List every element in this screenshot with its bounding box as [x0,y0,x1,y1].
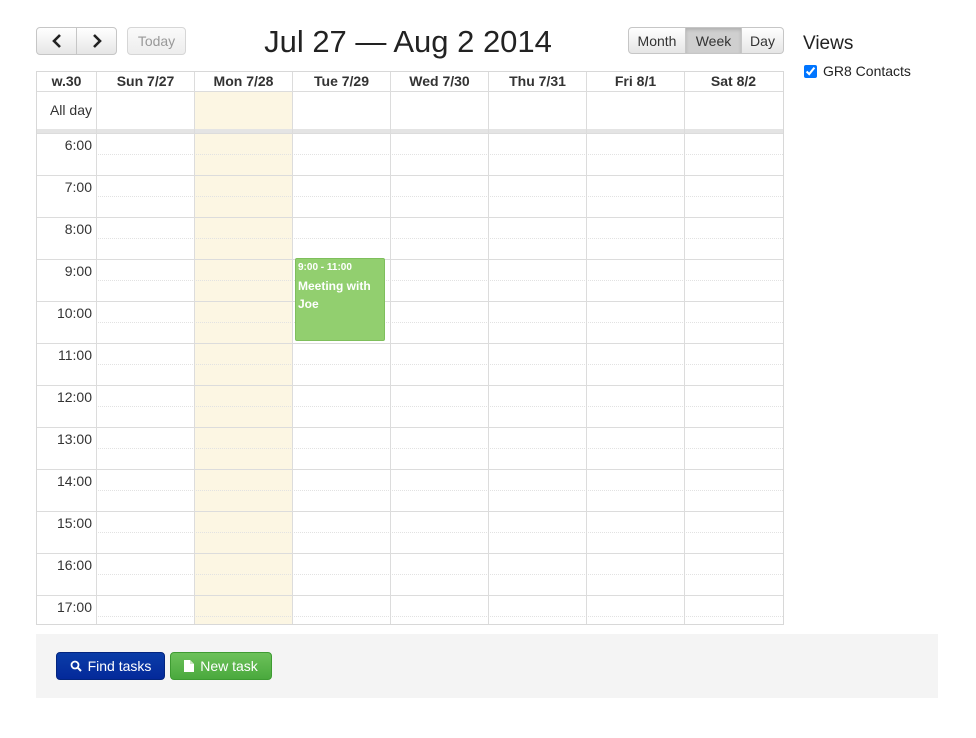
half-hour-line [96,574,783,575]
hour-label: 11:00 [58,347,92,363]
view-mode-switcher: Month Week Day [628,27,784,54]
hour-label: 12:00 [56,389,92,405]
day-header-tue[interactable]: Tue 7/29 [293,72,390,91]
view-item-label: GR8 Contacts [823,63,911,79]
half-hour-line [96,406,783,407]
hour-line [37,427,783,428]
hour-line [37,175,783,176]
view-checkbox[interactable] [804,64,817,78]
new-task-label: New task [200,658,258,674]
next-week-button[interactable] [76,27,117,55]
document-icon [184,660,195,672]
chevron-left-icon [51,34,61,48]
day-header-thu[interactable]: Thu 7/31 [489,72,586,91]
hour-label: 16:00 [56,557,92,573]
half-hour-line [96,238,783,239]
today-button[interactable]: Today [127,27,186,55]
allday-label: All day [49,102,92,118]
week-calendar-grid: w.30 Sun 7/27 Mon 7/28 Tue 7/29 Wed 7/30… [36,71,784,625]
views-title: Views [803,33,854,54]
day-header-sun[interactable]: Sun 7/27 [97,72,194,91]
half-hour-line [96,364,783,365]
hour-label: 15:00 [56,515,92,531]
hour-label: 14:00 [56,473,92,489]
prev-week-button[interactable] [36,27,77,55]
hour-line [37,469,783,470]
search-icon [70,660,82,672]
chevron-right-icon [92,34,102,48]
day-header-fri[interactable]: Fri 8/1 [587,72,684,91]
hour-line [37,595,783,596]
event-time: 9:00 - 11:00 [298,262,352,273]
half-hour-line [96,616,783,617]
half-hour-line [96,532,783,533]
day-view-button[interactable]: Day [742,27,784,54]
new-task-button[interactable]: New task [170,652,272,680]
day-header-mon[interactable]: Mon 7/28 [195,72,292,91]
date-range-title: Jul 27 — Aug 2 2014 [264,24,552,59]
day-header-wed[interactable]: Wed 7/30 [391,72,488,91]
week-number-label: w.30 [51,73,82,89]
calendar-event[interactable]: 9:00 - 11:00 Meeting with Joe [295,258,385,341]
hour-label: 8:00 [64,221,92,237]
hour-line [37,385,783,386]
half-hour-line [96,154,783,155]
header-divider [37,91,783,92]
find-tasks-label: Find tasks [87,658,152,674]
event-title: Meeting with Joe [298,279,371,311]
half-hour-line [96,196,783,197]
hour-line [37,259,783,260]
hour-label: 6:00 [64,137,92,153]
hour-label: 13:00 [56,431,92,447]
month-view-button[interactable]: Month [628,27,686,54]
hour-line [37,553,783,554]
footer-toolbar: Find tasks New task [36,634,938,698]
view-item-gr8-contacts[interactable]: GR8 Contacts [803,63,911,79]
half-hour-line [96,280,783,281]
hour-line [37,511,783,512]
half-hour-line [96,448,783,449]
week-view-button[interactable]: Week [686,27,742,54]
hour-line [37,343,783,344]
half-hour-line [96,322,783,323]
hour-label: 7:00 [64,179,92,195]
hour-line [37,217,783,218]
hour-line [37,301,783,302]
half-hour-line [96,490,783,491]
hour-label: 10:00 [56,305,92,321]
find-tasks-button[interactable]: Find tasks [56,652,165,680]
hour-line [37,133,783,134]
today-column-highlight [195,91,292,624]
day-header-sat[interactable]: Sat 8/2 [685,72,782,91]
hour-label: 17:00 [56,599,92,615]
hour-label: 9:00 [64,263,92,279]
